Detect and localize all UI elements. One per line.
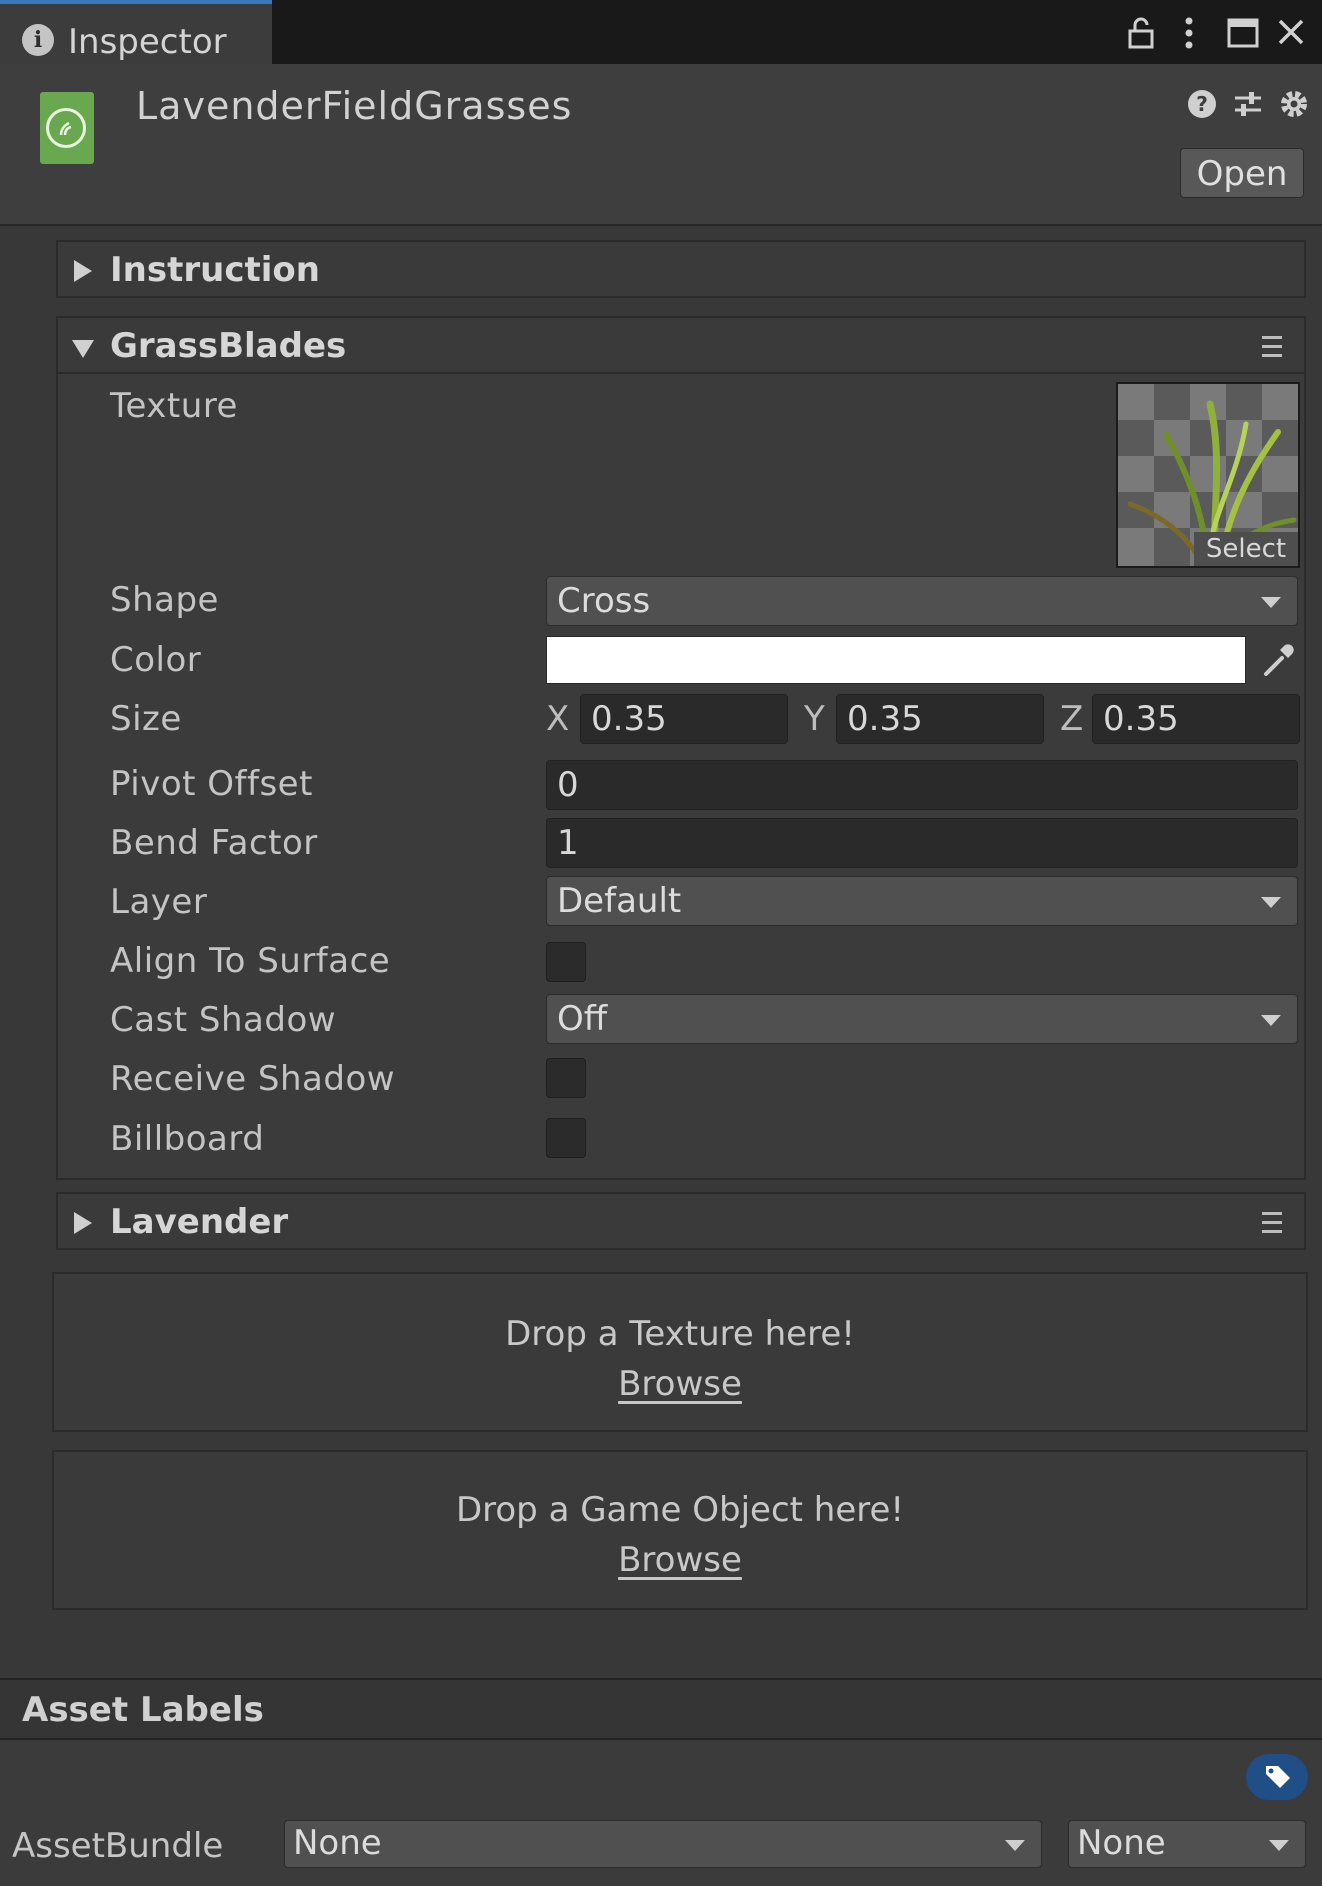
drop-texture-zone[interactable]: Drop a Texture here! Browse (52, 1272, 1308, 1432)
bend-factor-value: 1 (557, 823, 579, 863)
grass-asset-icon (46, 108, 86, 148)
collapse-arrow-icon (74, 1212, 92, 1234)
shape-value: Cross (557, 581, 651, 621)
assetbundle-dropdown[interactable]: None (284, 1820, 1042, 1868)
receive-shadow-checkbox[interactable] (546, 1058, 586, 1098)
size-z-label: Z (1060, 699, 1084, 739)
tag-icon[interactable] (1246, 1754, 1308, 1800)
drop-gameobject-text: Drop a Game Object here! (455, 1490, 905, 1530)
align-to-surface-checkbox[interactable] (546, 942, 586, 982)
eyedropper-icon[interactable] (1256, 636, 1298, 684)
assetbundle-label: AssetBundle (12, 1826, 224, 1866)
size-label: Size (110, 699, 182, 739)
asset-name: LavenderFieldGrasses (136, 84, 573, 128)
assetbundle-variant-dropdown[interactable]: None (1068, 1820, 1306, 1868)
dropdown-arrow-icon (1261, 597, 1281, 608)
texture-select-button[interactable]: Select (1194, 532, 1298, 566)
dropdown-arrow-icon (1005, 1840, 1025, 1851)
size-y-field[interactable]: 0.35 (836, 694, 1044, 744)
expand-arrow-icon (72, 340, 94, 358)
open-button[interactable]: Open (1180, 148, 1304, 198)
browse-gameobject-link[interactable]: Browse (54, 1540, 1306, 1580)
texture-slot[interactable]: Select (1116, 382, 1300, 568)
more-icon[interactable] (1170, 10, 1208, 54)
size-z-value: 0.35 (1103, 699, 1179, 739)
presets-icon[interactable] (1228, 84, 1268, 124)
size-z-field[interactable]: 0.35 (1092, 694, 1300, 744)
section-lavender[interactable]: Lavender (56, 1192, 1306, 1250)
dropdown-arrow-icon (1269, 1840, 1289, 1851)
browse-texture-label[interactable]: Browse (618, 1364, 742, 1404)
cast-shadow-value: Off (557, 999, 608, 1039)
asset-labels-header[interactable]: Asset Labels (0, 1678, 1322, 1740)
drop-texture-text: Drop a Texture here! (505, 1314, 855, 1354)
settings-icon[interactable] (1274, 84, 1314, 124)
billboard-checkbox[interactable] (546, 1118, 586, 1158)
section-title: GrassBlades (110, 326, 347, 366)
close-icon[interactable] (1272, 10, 1310, 54)
asset-labels-title: Asset Labels (22, 1690, 264, 1730)
drop-gameobject-zone[interactable]: Drop a Game Object here! Browse (52, 1450, 1308, 1610)
tab-title: Inspector (68, 22, 227, 62)
texture-label: Texture (110, 386, 238, 426)
dropdown-arrow-icon (1261, 897, 1281, 908)
pivot-offset-label: Pivot Offset (110, 764, 313, 804)
browse-gameobject-label[interactable]: Browse (618, 1540, 742, 1580)
svg-text:?: ? (1196, 92, 1208, 116)
tab-inspector[interactable]: i Inspector (0, 0, 272, 64)
section-title: Instruction (110, 250, 320, 290)
browse-texture-link[interactable]: Browse (54, 1364, 1306, 1404)
cast-shadow-label: Cast Shadow (110, 1000, 337, 1040)
layer-label: Layer (110, 882, 208, 922)
collapse-arrow-icon (74, 260, 92, 282)
shape-label: Shape (110, 580, 219, 620)
info-icon: i (22, 24, 54, 56)
help-icon[interactable]: ? (1182, 84, 1222, 124)
section-menu-icon[interactable] (1262, 330, 1282, 360)
section-grassblades[interactable]: GrassBlades (56, 316, 1306, 374)
section-menu-icon[interactable] (1262, 1206, 1282, 1236)
size-y-value: 0.35 (847, 699, 923, 739)
section-title: Lavender (110, 1202, 289, 1242)
bend-factor-field[interactable]: 1 (546, 818, 1298, 868)
receive-shadow-label: Receive Shadow (110, 1059, 396, 1099)
assetbundle-value: None (293, 1823, 382, 1863)
maximize-icon[interactable] (1224, 10, 1262, 54)
lock-icon[interactable] (1122, 10, 1160, 54)
section-instruction[interactable]: Instruction (56, 240, 1306, 298)
size-x-value: 0.35 (591, 699, 667, 739)
size-x-label: X (546, 699, 570, 739)
layer-value: Default (557, 881, 682, 921)
size-x-field[interactable]: 0.35 (580, 694, 788, 744)
layer-dropdown[interactable]: Default (546, 876, 1298, 926)
color-label: Color (110, 640, 202, 680)
pivot-offset-value: 0 (557, 765, 579, 805)
cast-shadow-dropdown[interactable]: Off (546, 994, 1298, 1044)
color-field[interactable] (546, 636, 1246, 684)
shape-dropdown[interactable]: Cross (546, 576, 1298, 626)
billboard-label: Billboard (110, 1119, 265, 1159)
dropdown-arrow-icon (1261, 1015, 1281, 1026)
bend-factor-label: Bend Factor (110, 823, 318, 863)
size-y-label: Y (804, 699, 825, 739)
pivot-offset-field[interactable]: 0 (546, 760, 1298, 810)
align-to-surface-label: Align To Surface (110, 941, 391, 981)
asset-icon (40, 92, 94, 164)
assetbundle-variant-value: None (1077, 1823, 1166, 1863)
